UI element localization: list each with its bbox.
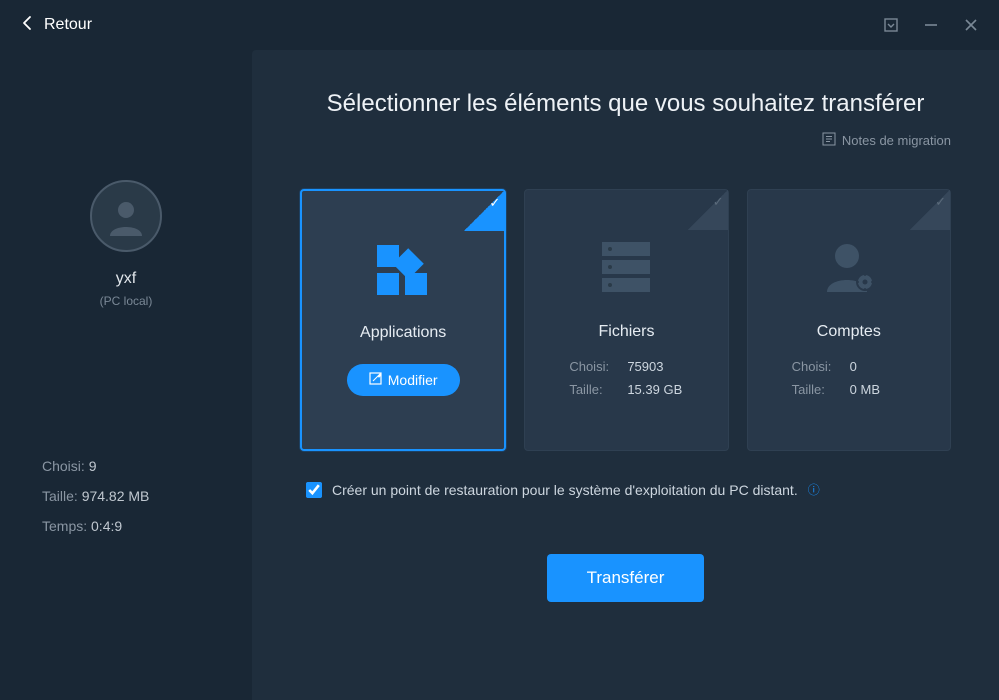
stat-choisi: Choisi: 9 bbox=[42, 458, 222, 474]
modify-label: Modifier bbox=[388, 372, 438, 388]
check-icon: ✓ bbox=[489, 195, 500, 211]
back-label: Retour bbox=[44, 16, 92, 34]
apps-icon bbox=[371, 221, 435, 316]
avatar bbox=[90, 180, 162, 252]
card-corner: ✓ bbox=[910, 190, 950, 230]
migration-notes-label: Notes de migration bbox=[842, 133, 951, 148]
card-title-applications: Applications bbox=[360, 324, 446, 342]
transfer-button[interactable]: Transférer bbox=[547, 554, 705, 602]
restore-checkbox[interactable] bbox=[306, 482, 322, 498]
card-title-fichiers: Fichiers bbox=[598, 323, 654, 341]
card-corner: ✓ bbox=[688, 190, 728, 230]
person-icon bbox=[104, 194, 148, 238]
files-icon bbox=[598, 220, 654, 315]
content: Sélectionner les éléments que vous souha… bbox=[252, 50, 999, 700]
stat-temps: Temps: 0:4:9 bbox=[42, 518, 222, 534]
edit-icon bbox=[369, 372, 382, 388]
titlebar: Retour bbox=[0, 0, 999, 50]
card-fichiers[interactable]: ✓ Fichiers Choisi: 75 bbox=[524, 189, 728, 451]
sidebar-stats: Choisi: 9 Taille: 974.82 MB Temps: 0:4:9 bbox=[30, 458, 222, 548]
arrow-left-icon bbox=[20, 15, 36, 36]
modify-button[interactable]: Modifier bbox=[347, 364, 460, 396]
card-applications[interactable]: ✓ Applications Modifier bbox=[300, 189, 506, 451]
cards: ✓ Applications Modifier bbox=[300, 189, 951, 451]
username: yxf bbox=[116, 270, 136, 288]
sidebar: yxf (PC local) Choisi: 9 Taille: 974.82 … bbox=[0, 50, 252, 700]
card-title-comptes: Comptes bbox=[817, 323, 881, 341]
check-icon: ✓ bbox=[713, 194, 724, 210]
main-wrap: yxf (PC local) Choisi: 9 Taille: 974.82 … bbox=[0, 50, 999, 700]
minimize-icon[interactable] bbox=[923, 17, 939, 33]
stat-taille: Taille: 974.82 MB bbox=[42, 488, 222, 504]
dropdown-icon[interactable] bbox=[883, 17, 899, 33]
card-comptes[interactable]: ✓ Comptes bbox=[747, 189, 951, 451]
card-stats-comptes: Choisi: 0 Taille: 0 MB bbox=[768, 359, 930, 405]
card-stats-fichiers: Choisi: 75903 Taille: 15.39 GB bbox=[545, 359, 707, 405]
close-icon[interactable] bbox=[963, 17, 979, 33]
restore-row: Créer un point de restauration pour le s… bbox=[300, 481, 951, 498]
help-icon[interactable]: ⓘ bbox=[808, 481, 820, 498]
card-corner-selected: ✓ bbox=[464, 191, 504, 231]
notes-icon bbox=[822, 132, 836, 149]
page-title: Sélectionner les éléments que vous souha… bbox=[300, 90, 951, 118]
accounts-icon bbox=[819, 220, 879, 315]
back-button[interactable]: Retour bbox=[20, 15, 92, 36]
migration-notes-link[interactable]: Notes de migration bbox=[300, 132, 951, 149]
pc-label: (PC local) bbox=[100, 294, 153, 308]
restore-label: Créer un point de restauration pour le s… bbox=[332, 482, 798, 498]
check-icon: ✓ bbox=[935, 194, 946, 210]
window-controls bbox=[883, 17, 979, 33]
